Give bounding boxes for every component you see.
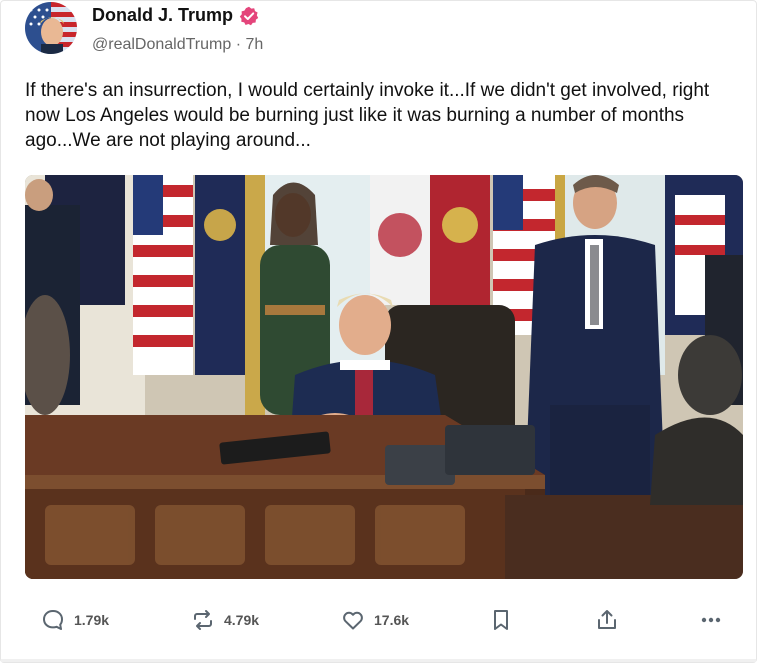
author-handle[interactable]: @realDonaldTrump	[92, 36, 231, 53]
repost-arrows-icon	[194, 610, 212, 630]
avatar[interactable]	[25, 2, 77, 54]
share-upload-icon	[598, 610, 616, 629]
bookmark-button[interactable]	[489, 605, 513, 635]
verified-badge-icon	[239, 6, 259, 25]
author-meta: @realDonaldTrump · 7h	[92, 36, 263, 54]
reply-button[interactable]: 1.79k	[41, 605, 109, 635]
reply-count: 1.79k	[74, 612, 110, 628]
author-name-row: Donald J. Trump	[92, 5, 259, 26]
heart-icon	[343, 611, 363, 630]
like-count: 17.6k	[374, 612, 410, 628]
bookmark-icon	[494, 610, 508, 630]
more-dots-icon	[701, 617, 721, 623]
like-button[interactable]: 17.6k	[341, 605, 409, 635]
reply-bubble-icon	[43, 610, 63, 630]
more-options-button[interactable]	[699, 605, 723, 635]
meta-separator: ·	[235, 36, 246, 53]
post-text: If there's an insurrection, I would cert…	[25, 80, 710, 151]
share-button[interactable]	[595, 605, 619, 635]
author-display-name[interactable]: Donald J. Trump	[92, 5, 233, 26]
repost-button[interactable]: 4.79k	[191, 605, 259, 635]
divider	[1, 659, 756, 662]
post-card: Donald J. Trump @realDonaldTrump · 7h If…	[0, 0, 757, 663]
action-bar: 1.79k 4.79k 17.6k	[41, 605, 731, 635]
repost-count: 4.79k	[224, 612, 260, 628]
post-header: Donald J. Trump @realDonaldTrump · 7h	[25, 1, 725, 61]
post-timestamp[interactable]: 7h	[246, 36, 264, 53]
post-image[interactable]	[25, 175, 743, 579]
